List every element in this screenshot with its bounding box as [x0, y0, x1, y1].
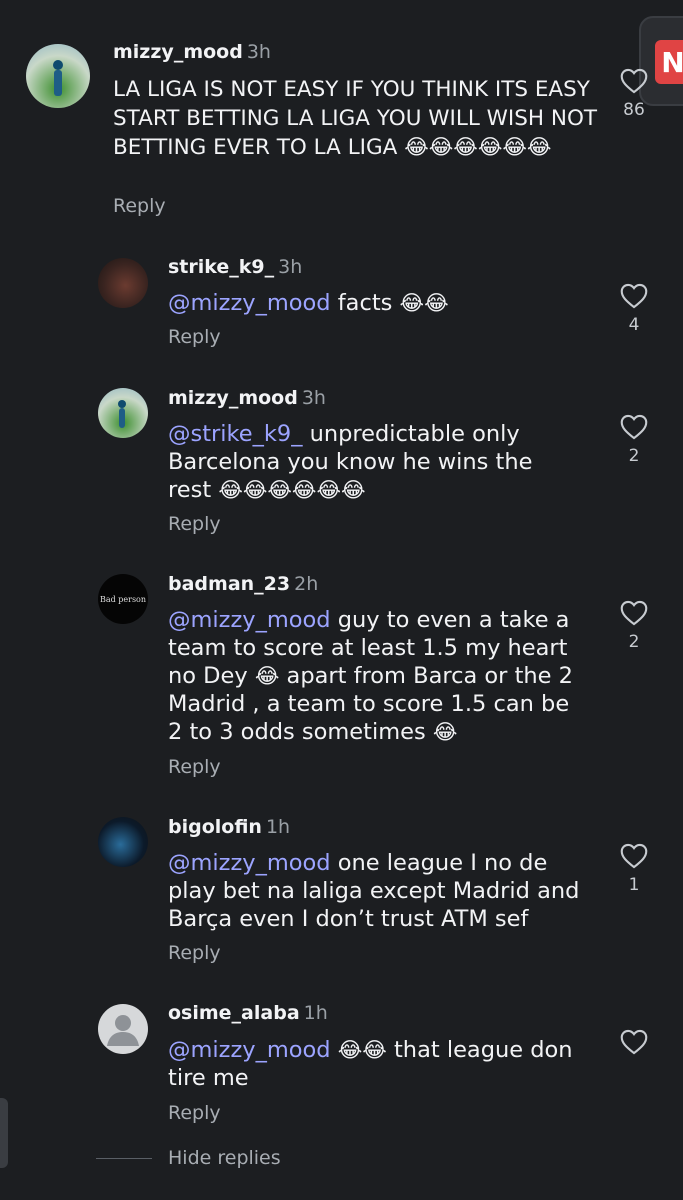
comment-author[interactable]: osime_alaba 1h — [168, 1002, 328, 1024]
reply-button[interactable]: Reply — [168, 326, 221, 348]
comment-time: 3h — [301, 387, 326, 409]
like-count: 2 — [628, 632, 640, 652]
like-button[interactable]: 2 — [614, 414, 654, 466]
comment-text: @strike_k9_ unpredictable only Barcelona… — [168, 421, 533, 503]
app-shortcut-icon: N — [655, 40, 683, 84]
comment-time: 1h — [265, 816, 291, 838]
default-avatar-icon — [107, 1015, 139, 1046]
like-count: 86 — [623, 100, 645, 120]
reply-button[interactable]: Reply — [113, 195, 166, 217]
heart-outline-icon — [620, 600, 648, 626]
like-button[interactable]: 4 — [614, 283, 654, 335]
mention-link[interactable]: @mizzy_mood — [168, 290, 331, 316]
avatar-figure-head — [118, 400, 126, 408]
avatar[interactable]: Bad person — [98, 574, 148, 624]
avatar[interactable] — [98, 388, 148, 438]
laughing-emoji-icon: 😂 — [254, 664, 280, 688]
reply-button[interactable]: Reply — [168, 756, 221, 778]
comment-text: @mizzy_mood one league I no de play bet … — [168, 850, 580, 932]
comment-time: 3h — [278, 256, 303, 278]
like-count: 2 — [628, 446, 640, 466]
heart-outline-icon — [620, 68, 648, 94]
like-button[interactable]: 86 — [614, 68, 654, 120]
comment-text: @mizzy_mood 😂😂 that league don tire me — [168, 1037, 573, 1091]
laughing-emoji-icon: 😂😂 — [399, 291, 449, 315]
avatar-text: Bad person — [99, 594, 147, 604]
avatar-figure-body — [54, 70, 62, 96]
like-count: 1 — [628, 875, 640, 895]
like-button[interactable]: 2 — [614, 600, 654, 652]
comment-text: @mizzy_mood guy to even a take a team to… — [168, 607, 573, 745]
comment-time: 1h — [303, 1002, 328, 1024]
comment-text: @mizzy_mood facts 😂😂 — [168, 290, 449, 316]
comment-author[interactable]: bigolofin 1h — [168, 816, 290, 838]
avatar-figure-head — [53, 60, 63, 70]
avatar[interactable] — [98, 1004, 148, 1054]
mention-link[interactable]: @mizzy_mood — [168, 1037, 331, 1063]
mention-link[interactable]: @strike_k9_ — [168, 421, 302, 447]
laughing-emoji-icon: 😂😂😂😂😂😂 — [218, 478, 366, 502]
laughing-emoji-icon: 😂😂 — [337, 1038, 387, 1062]
comment-author[interactable]: strike_k9_ 3h — [168, 256, 302, 278]
laughing-emoji-icon: 😂😂😂😂😂😂 — [404, 135, 552, 159]
heart-outline-icon — [620, 283, 648, 309]
comment-author[interactable]: mizzy_mood 3h — [113, 41, 271, 63]
mention-link[interactable]: @mizzy_mood — [168, 607, 331, 633]
hide-replies-divider — [96, 1158, 152, 1159]
like-button[interactable]: 1 — [614, 843, 654, 895]
avatar[interactable] — [98, 817, 148, 867]
heart-outline-icon — [620, 414, 648, 440]
heart-outline-icon — [620, 1029, 648, 1055]
avatar-figure-body — [119, 408, 125, 428]
like-button[interactable] — [614, 1029, 654, 1055]
comment-time: 3h — [246, 41, 271, 63]
reply-button[interactable]: Reply — [168, 942, 221, 964]
avatar[interactable] — [98, 258, 148, 308]
reply-button[interactable]: Reply — [168, 1102, 221, 1124]
laughing-emoji-icon: 😂 — [432, 720, 458, 744]
avatar[interactable] — [26, 44, 90, 108]
mention-link[interactable]: @mizzy_mood — [168, 850, 331, 876]
comment-author[interactable]: mizzy_mood 3h — [168, 387, 326, 409]
comment-text: LA LIGA IS NOT EASY IF YOU THINK ITS EAS… — [113, 77, 598, 160]
like-count: 4 — [628, 315, 640, 335]
comment-time: 2h — [294, 573, 319, 595]
heart-outline-icon — [620, 843, 648, 869]
reply-button[interactable]: Reply — [168, 513, 221, 535]
edge-handle[interactable] — [0, 1098, 8, 1168]
hide-replies-button[interactable]: Hide replies — [168, 1147, 281, 1169]
comment-author[interactable]: badman_23 2h — [168, 573, 318, 595]
